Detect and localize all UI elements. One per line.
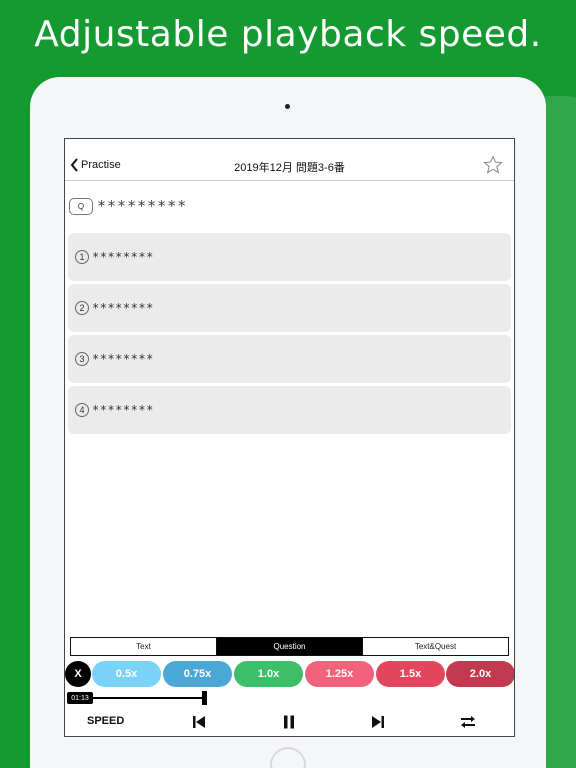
speed-2.0x-button[interactable]: 2.0x [446, 661, 514, 687]
page-title: 2019年12月 問題3-6番 [234, 162, 345, 174]
player-controls: SPEED [65, 709, 514, 735]
speed-0.75x-button[interactable]: 0.75x [163, 661, 232, 687]
speed-selector: X 0.5x 0.75x 1.0x 1.25x 1.5x 2.0x [65, 660, 514, 688]
question-row: Q ********* [69, 196, 187, 216]
progress-track[interactable] [93, 697, 205, 699]
elapsed-time: 01:13 [67, 692, 93, 704]
tab-text[interactable]: Text [71, 638, 217, 655]
speed-button[interactable]: SPEED [87, 715, 124, 727]
app-screen: Practise 2019年12月 問題3-6番 Q ********* 1 *… [64, 138, 515, 737]
option-text: ******** [92, 250, 154, 264]
tab-text-and-quest[interactable]: Text&Quest [363, 638, 508, 655]
option-number: 2 [75, 301, 89, 315]
option-number: 4 [75, 403, 89, 417]
promo-title: Adjustable playback speed. [34, 14, 542, 55]
answer-option[interactable]: 4 ******** [68, 386, 511, 434]
question-text: ********* [97, 197, 188, 215]
mode-tabs: Text Question Text&Quest [70, 637, 509, 656]
answer-option[interactable]: 1 ******** [68, 233, 511, 281]
option-text: ******** [92, 403, 154, 417]
speed-1.25x-button[interactable]: 1.25x [305, 661, 374, 687]
answer-option[interactable]: 2 ******** [68, 284, 511, 332]
repeat-icon [461, 716, 475, 728]
skip-back-button[interactable] [191, 714, 207, 730]
star-icon[interactable] [483, 155, 503, 175]
navigation-bar: Practise 2019年12月 問題3-6番 [65, 139, 514, 181]
answer-option[interactable]: 3 ******** [68, 335, 511, 383]
pause-icon [284, 715, 294, 729]
option-number: 1 [75, 250, 89, 264]
speed-0.5x-button[interactable]: 0.5x [92, 661, 161, 687]
question-badge: Q [69, 197, 93, 215]
repeat-button[interactable] [460, 714, 476, 730]
speed-1.0x-button[interactable]: 1.0x [234, 661, 303, 687]
option-number: 3 [75, 352, 89, 366]
option-text: ******** [92, 301, 154, 315]
camera-icon [285, 104, 290, 109]
skip-forward-icon [372, 716, 384, 728]
skip-forward-button[interactable] [370, 714, 386, 730]
progress-handle[interactable] [202, 691, 207, 705]
speed-1.5x-button[interactable]: 1.5x [376, 661, 445, 687]
close-speed-button[interactable]: X [65, 661, 91, 687]
tab-question[interactable]: Question [217, 638, 363, 655]
option-text: ******** [92, 352, 154, 366]
skip-back-icon [193, 716, 205, 728]
pause-button[interactable] [281, 714, 297, 730]
